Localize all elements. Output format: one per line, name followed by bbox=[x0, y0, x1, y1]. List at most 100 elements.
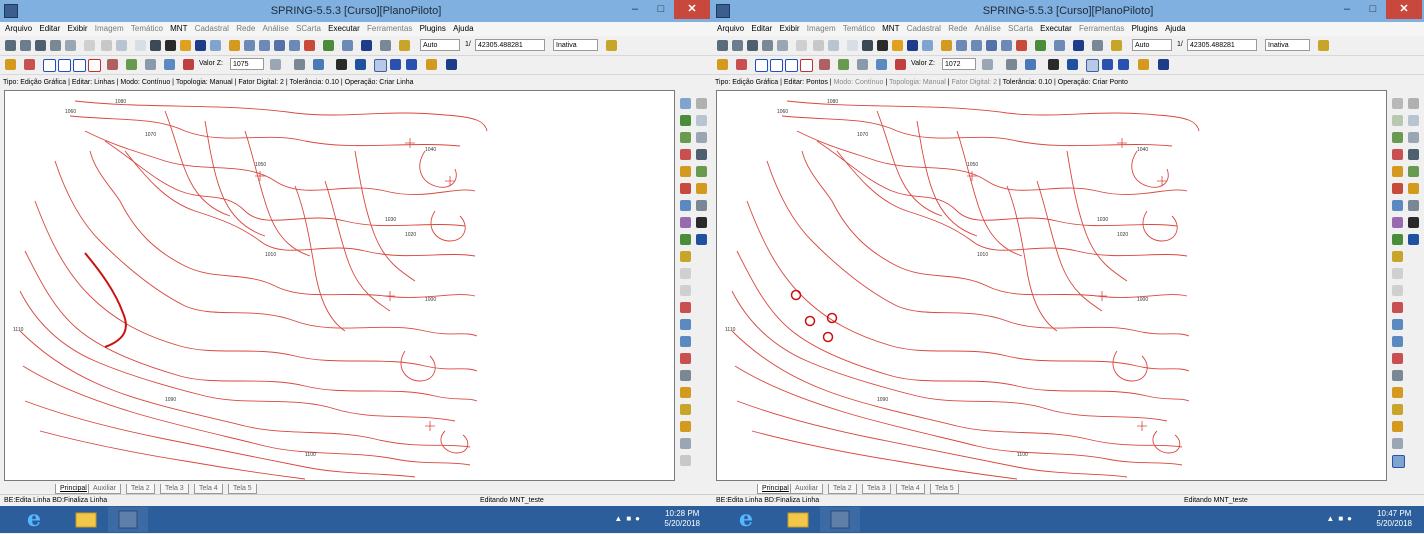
brush-icon[interactable] bbox=[696, 183, 707, 194]
menu-exibir[interactable]: Exibir bbox=[780, 22, 800, 36]
zoom-area-icon[interactable] bbox=[274, 40, 285, 51]
grid-view-icon[interactable] bbox=[361, 40, 372, 51]
flag-icon[interactable] bbox=[1138, 59, 1149, 70]
reshape-icon[interactable] bbox=[680, 166, 691, 177]
copy-icon[interactable] bbox=[680, 387, 691, 398]
file-explorer-icon[interactable] bbox=[778, 507, 818, 532]
rect-icon[interactable] bbox=[755, 59, 768, 72]
snap-tool-icon[interactable] bbox=[680, 251, 691, 262]
pointer-icon[interactable] bbox=[1016, 40, 1027, 51]
valor-z-input[interactable]: 1072 bbox=[942, 58, 976, 70]
node-icon[interactable] bbox=[107, 59, 118, 70]
rect4-icon[interactable] bbox=[88, 59, 101, 72]
panel-icon[interactable] bbox=[696, 132, 707, 143]
point-tool-icon[interactable] bbox=[736, 59, 747, 70]
file-explorer-icon[interactable] bbox=[66, 507, 106, 532]
mode-icon[interactable] bbox=[982, 59, 993, 70]
pin-icon[interactable] bbox=[696, 98, 707, 109]
maximize-button[interactable]: □ bbox=[648, 0, 674, 19]
cursor-cross-icon[interactable] bbox=[165, 40, 176, 51]
rect2-icon[interactable] bbox=[58, 59, 71, 72]
grid-icon[interactable] bbox=[762, 40, 773, 51]
color-icon[interactable] bbox=[183, 59, 194, 70]
scale-input[interactable]: 42305.488281 bbox=[1187, 39, 1257, 51]
draw-icon[interactable] bbox=[941, 40, 952, 51]
snap-icon[interactable] bbox=[857, 59, 868, 70]
edit-mode-icon[interactable] bbox=[680, 98, 691, 109]
menu-mnt[interactable]: MNT bbox=[882, 22, 899, 36]
zoom-in-icon[interactable] bbox=[956, 40, 967, 51]
arrow-v-icon[interactable] bbox=[1392, 285, 1403, 296]
maximize-button[interactable]: □ bbox=[1360, 0, 1386, 19]
menu-rede[interactable]: Rede bbox=[948, 22, 967, 36]
pin-icon[interactable] bbox=[1408, 98, 1419, 109]
map-canvas[interactable]: 1080 1060 1070 1050 1040 1030 1020 1010 … bbox=[4, 90, 675, 481]
layer-icon[interactable] bbox=[35, 40, 46, 51]
curve-icon[interactable] bbox=[876, 59, 887, 70]
tab-tela-5[interactable]: Tela 5 bbox=[930, 484, 959, 494]
menu-scarta[interactable]: SCarta bbox=[1008, 22, 1033, 36]
rotate-icon[interactable] bbox=[1392, 302, 1403, 313]
internet-explorer-icon[interactable]: e bbox=[726, 507, 766, 532]
select-area-icon[interactable] bbox=[1392, 421, 1403, 432]
layers-icon[interactable] bbox=[1035, 40, 1046, 51]
menu-arquivo[interactable]: Arquivo bbox=[717, 22, 744, 36]
menu-cadastral[interactable]: Cadastral bbox=[907, 22, 941, 36]
layer-icon[interactable] bbox=[747, 40, 758, 51]
node-tool-icon[interactable] bbox=[1392, 132, 1403, 143]
close-button[interactable]: ✕ bbox=[674, 0, 710, 19]
layer2-icon[interactable] bbox=[406, 59, 417, 70]
eraser-icon[interactable] bbox=[1392, 234, 1403, 245]
arrow-icon[interactable] bbox=[150, 40, 161, 51]
layers-icon[interactable] bbox=[323, 40, 334, 51]
zoom-out-icon[interactable] bbox=[259, 40, 270, 51]
close-button[interactable]: ✕ bbox=[1386, 0, 1422, 19]
copy-icon[interactable] bbox=[1392, 387, 1403, 398]
vertex-icon[interactable] bbox=[838, 59, 849, 70]
layers2-icon[interactable] bbox=[696, 149, 707, 160]
tab-tela-4[interactable]: Tela 4 bbox=[194, 484, 223, 494]
add-line-icon[interactable] bbox=[680, 115, 691, 126]
brush-icon[interactable] bbox=[1408, 183, 1419, 194]
help-icon[interactable] bbox=[1318, 40, 1329, 51]
zoom-mode-select[interactable]: Auto bbox=[420, 39, 460, 51]
menu-executar[interactable]: Executar bbox=[328, 22, 360, 36]
cursor-icon[interactable] bbox=[1092, 40, 1103, 51]
tab-auxiliar[interactable]: Auxiliar bbox=[790, 484, 823, 494]
minimize-button[interactable]: – bbox=[1334, 0, 1360, 19]
grid-icon[interactable] bbox=[50, 40, 61, 51]
menu-ferramentas[interactable]: Ferramentas bbox=[1079, 22, 1124, 36]
select-icon[interactable] bbox=[1086, 59, 1099, 72]
tab-tela-4[interactable]: Tela 4 bbox=[896, 484, 925, 494]
pencil-icon[interactable] bbox=[65, 40, 76, 51]
point-mode-icon[interactable] bbox=[1392, 455, 1405, 468]
menu-tematico[interactable]: Temático bbox=[131, 22, 163, 36]
eye2-icon[interactable] bbox=[696, 166, 707, 177]
align-icon[interactable] bbox=[1392, 319, 1403, 330]
edit-mode-icon[interactable] bbox=[1392, 98, 1403, 109]
rect-icon[interactable] bbox=[43, 59, 56, 72]
zoom-in-icon[interactable] bbox=[244, 40, 255, 51]
zoom-area-icon[interactable] bbox=[986, 40, 997, 51]
zoom-out-icon[interactable] bbox=[971, 40, 982, 51]
list-icon[interactable] bbox=[680, 438, 691, 449]
zoom-mode-select[interactable]: Auto bbox=[1132, 39, 1172, 51]
arrow-icon[interactable] bbox=[862, 40, 873, 51]
pan-icon[interactable] bbox=[892, 40, 903, 51]
tab-principal[interactable]: Principal bbox=[55, 484, 92, 494]
redo-icon[interactable] bbox=[336, 59, 347, 70]
reshape-icon[interactable] bbox=[1392, 166, 1403, 177]
menu-executar[interactable]: Executar bbox=[1040, 22, 1072, 36]
tab-tela-3[interactable]: Tela 3 bbox=[862, 484, 891, 494]
distribute-icon[interactable] bbox=[680, 336, 691, 347]
collapse-icon[interactable] bbox=[696, 115, 707, 126]
menu-arquivo[interactable]: Arquivo bbox=[5, 22, 32, 36]
menu-imagem[interactable]: Imagem bbox=[807, 22, 836, 36]
tab-tela-2[interactable]: Tela 2 bbox=[126, 484, 155, 494]
menu-ajuda[interactable]: Ajuda bbox=[453, 22, 473, 36]
swap-icon[interactable] bbox=[680, 370, 691, 381]
state-select[interactable]: Inativa bbox=[553, 39, 598, 51]
table-icon[interactable] bbox=[696, 200, 707, 211]
distribute-icon[interactable] bbox=[1392, 336, 1403, 347]
zoom-icon[interactable] bbox=[135, 40, 146, 51]
